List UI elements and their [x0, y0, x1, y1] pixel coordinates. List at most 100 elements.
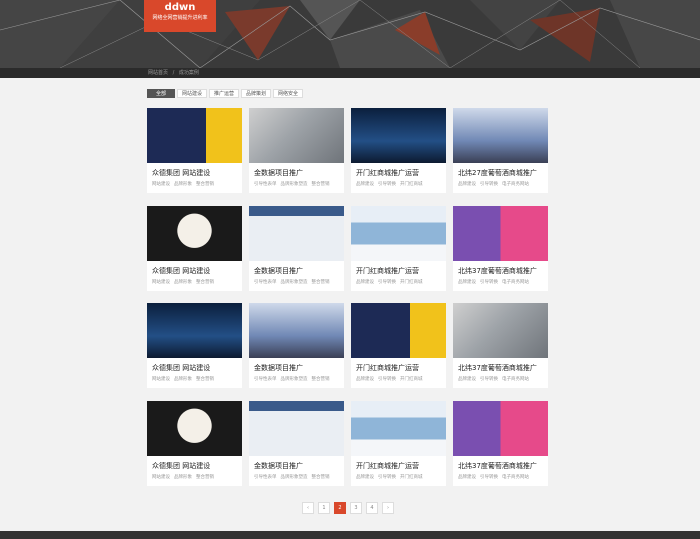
case-tags: 引导性表单 品牌形象塑造 整合营销	[254, 474, 334, 480]
case-card[interactable]: 众德集团 网站建设 网站建设 品牌形象 整合营销	[147, 401, 242, 486]
case-title[interactable]: 金数据项目推广	[254, 363, 303, 373]
case-card[interactable]: 北纬37度葡萄酒商城推广品牌建设 引导转换 电子商务网站	[453, 303, 548, 388]
case-tags: 品牌建设 引导转换 开门红商城	[356, 181, 427, 187]
case-tag: 整合营销	[196, 182, 214, 187]
case-tag: 整合营销	[311, 182, 330, 187]
case-tag: 品牌建设	[356, 280, 374, 285]
case-thumbnail[interactable]	[249, 206, 344, 261]
case-tags: 品牌建设 引导转换 电子商务网站	[458, 474, 533, 480]
hero-banner: ddwn 网络全网营销提升进利率	[0, 0, 700, 68]
case-thumbnail[interactable]	[453, 401, 548, 456]
case-thumbnail[interactable]	[147, 108, 242, 163]
case-tag: 引导转换	[378, 475, 396, 480]
page-button-current[interactable]: 2	[334, 502, 346, 514]
case-tag: 整合营销	[196, 475, 214, 480]
case-title[interactable]: 北纬37度葡萄酒商城推广	[458, 266, 537, 276]
case-thumbnail[interactable]	[453, 206, 548, 261]
case-tag: 开门红商城	[400, 377, 423, 382]
case-thumbnail[interactable]	[453, 303, 548, 358]
case-card[interactable]: 众德集团 网站建设网站建设 品牌形象 整合营销	[147, 108, 242, 193]
filter-tab-web[interactable]: 网站建设	[177, 89, 207, 98]
case-tags: 引导性表单 品牌形象塑造 整合营销	[254, 279, 334, 285]
case-tag: 品牌建设	[458, 280, 476, 285]
case-tags: 品牌建设 引导转换 电子商务网站	[458, 376, 533, 382]
breadcrumb-sep: /	[172, 70, 175, 76]
case-title[interactable]: 金数据项目推广	[254, 461, 303, 471]
case-title[interactable]: 金数据项目推广	[254, 168, 303, 178]
case-tag: 品牌建设	[458, 182, 476, 187]
case-card[interactable]: 金数据项目推广 引导性表单 品牌形象塑造 整合营销	[249, 108, 344, 193]
case-card[interactable]: 金数据项目推广引导性表单 品牌形象塑造 整合营销	[249, 206, 344, 291]
case-title[interactable]: 众德集团 网站建设	[152, 363, 210, 373]
case-tag: 引导性表单	[254, 377, 277, 382]
case-title[interactable]: 众德集团 网站建设	[152, 461, 210, 471]
case-thumbnail[interactable]	[351, 303, 446, 358]
breadcrumb-current[interactable]: 成功案例	[179, 70, 199, 76]
case-card[interactable]: 开门红商城推广运营 品牌建设 引导转换 开门红商城	[351, 303, 446, 388]
case-card[interactable]: 众德集团 网站建设网站建设 品牌形象 整合营销	[147, 303, 242, 388]
page-button[interactable]: 4	[366, 502, 378, 514]
case-title[interactable]: 众德集团 网站建设	[152, 266, 210, 276]
case-tag: 品牌形象塑造	[280, 377, 308, 382]
case-thumbnail[interactable]	[351, 206, 446, 261]
case-title[interactable]: 开门红商城推广运营	[356, 363, 419, 373]
case-thumbnail[interactable]	[249, 108, 344, 163]
case-thumbnail[interactable]	[249, 401, 344, 456]
case-tag: 品牌形象塑造	[280, 182, 308, 187]
case-title[interactable]: 北纬37度葡萄酒商城推广	[458, 461, 537, 471]
case-tag: 网站建设	[152, 475, 170, 480]
filter-tab-brand[interactable]: 品牌策划	[241, 89, 271, 98]
case-card[interactable]: 开门红商城推广运营品牌建设 引导转换 开门红商城	[351, 206, 446, 291]
case-card[interactable]: 金数据项目推广引导性表单 品牌形象塑造 整合营销	[249, 401, 344, 486]
case-tag: 网站建设	[152, 182, 170, 187]
case-title[interactable]: 开门红商城推广运营	[356, 461, 419, 471]
case-tag: 整合营销	[196, 377, 214, 382]
case-thumbnail[interactable]	[351, 401, 446, 456]
case-card[interactable]: 众德集团 网站建设 网站建设 品牌形象 整合营销	[147, 206, 242, 291]
filter-tab-security[interactable]: 网络安全	[273, 89, 303, 98]
filter-tab-all[interactable]: 全部	[147, 89, 175, 98]
case-thumbnail[interactable]	[249, 303, 344, 358]
page-next-button[interactable]: ›	[382, 502, 394, 514]
case-tag: 引导转换	[480, 280, 498, 285]
page-button[interactable]: 1	[318, 502, 330, 514]
case-card[interactable]: 北纬27度葡萄酒商城推广 品牌建设 引导转换 电子商务网站	[453, 108, 548, 193]
case-thumbnail[interactable]	[147, 401, 242, 456]
logo[interactable]: ddwn 网络全网营销提升进利率	[144, 0, 216, 32]
case-title[interactable]: 开门红商城推广运营	[356, 266, 419, 276]
case-thumbnail[interactable]	[351, 108, 446, 163]
case-tag: 开门红商城	[400, 475, 423, 480]
case-card[interactable]: 北纬37度葡萄酒商城推广品牌建设 引导转换 电子商务网站	[453, 206, 548, 291]
case-tag: 品牌形象	[174, 182, 192, 187]
case-title[interactable]: 开门红商城推广运营	[356, 168, 419, 178]
case-thumbnail[interactable]	[147, 206, 242, 261]
case-card[interactable]: 金数据项目推广 引导性表单 品牌形象塑造 整合营销	[249, 303, 344, 388]
case-title[interactable]: 众德集团 网站建设	[152, 168, 210, 178]
page-button[interactable]: 3	[350, 502, 362, 514]
filter-tab-promo[interactable]: 推广运营	[209, 89, 239, 98]
case-card[interactable]: 开门红商城推广运营品牌建设 引导转换 开门红商城	[351, 108, 446, 193]
logo-subtitle: 网络全网营销提升进利率	[152, 15, 208, 21]
page-prev-button[interactable]: ‹	[302, 502, 314, 514]
breadcrumb: 网站首页 / 成功案例	[148, 69, 202, 76]
case-thumbnail[interactable]	[147, 303, 242, 358]
case-thumbnail[interactable]	[453, 108, 548, 163]
case-tags: 品牌建设 引导转换 电子商务网站	[458, 279, 533, 285]
case-tags: 网站建设 品牌形象 整合营销	[152, 376, 218, 382]
logo-title: ddwn	[164, 2, 196, 13]
case-card[interactable]: 北纬37度葡萄酒商城推广品牌建设 引导转换 电子商务网站	[453, 401, 548, 486]
case-tag: 电子商务网站	[502, 475, 529, 480]
case-tag: 整合营销	[311, 475, 330, 480]
case-tag: 品牌形象塑造	[280, 475, 308, 480]
case-title[interactable]: 北纬37度葡萄酒商城推广	[458, 363, 537, 373]
case-tag: 开门红商城	[400, 182, 423, 187]
case-tags: 品牌建设 引导转换 开门红商城	[356, 279, 427, 285]
case-title[interactable]: 金数据项目推广	[254, 266, 303, 276]
case-tag: 网站建设	[152, 377, 170, 382]
breadcrumb-home[interactable]: 网站首页	[148, 70, 168, 76]
case-tag: 网站建设	[152, 280, 170, 285]
case-title[interactable]: 北纬27度葡萄酒商城推广	[458, 168, 537, 178]
case-card[interactable]: 开门红商城推广运营品牌建设 引导转换 开门红商城	[351, 401, 446, 486]
case-tag: 引导转换	[378, 182, 396, 187]
case-tags: 品牌建设 引导转换 开门红商城	[356, 474, 427, 480]
